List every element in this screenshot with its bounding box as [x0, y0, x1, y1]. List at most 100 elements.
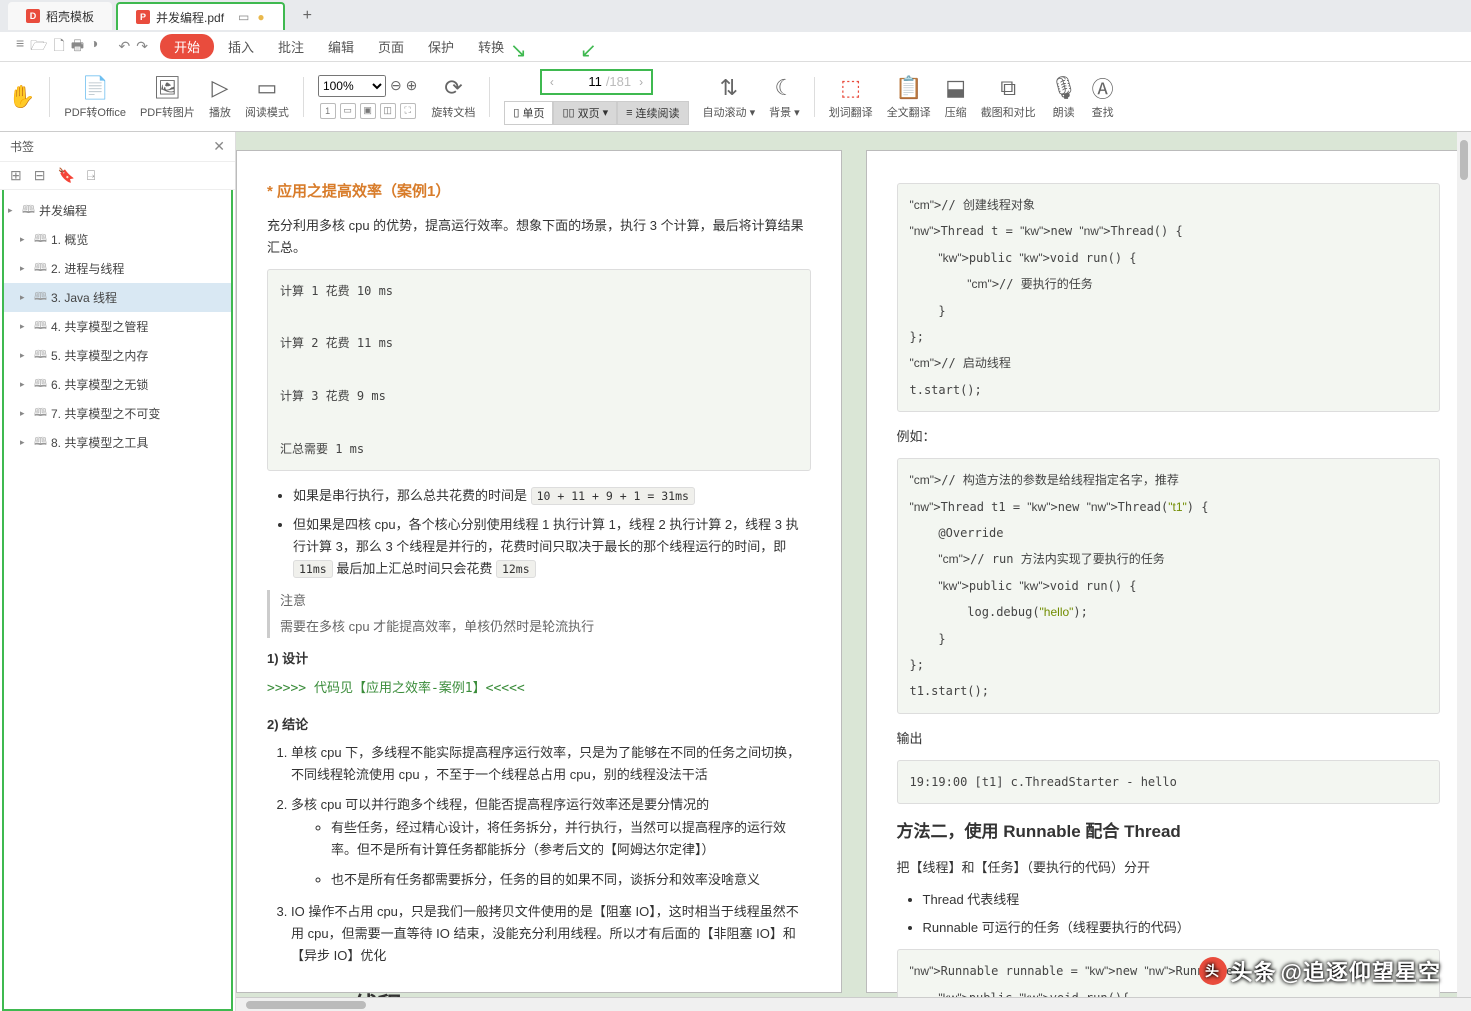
toolbar: ✋ 📄PDF转Office 🖼PDF转图片 ▷播放 ▭阅读模式 100% ⊖ ⊕… — [0, 62, 1471, 132]
sidebar-item[interactable]: ▸🕮并发编程 — [4, 196, 231, 225]
tab-template[interactable]: D 稻壳模板 — [8, 2, 112, 30]
menu-page[interactable]: 页面 — [368, 34, 414, 59]
fit-1-icon[interactable]: 1 — [320, 103, 336, 119]
prev-page-icon[interactable]: ‹ — [546, 75, 558, 89]
hand-tool[interactable]: ✋ — [8, 83, 35, 111]
fit-4-icon[interactable]: ◫ — [380, 103, 396, 119]
read-mode-button[interactable]: ▭阅读模式 — [245, 74, 289, 120]
list-item: 多核 cpu 可以并行跑多个线程，但能否提高程序运行效率还是要分情况的 有些任务… — [291, 794, 811, 890]
pdf-icon: P — [136, 10, 150, 24]
document-viewport[interactable]: 应用之提高效率（案例1） 充分利用多核 cpu 的优势，提高运行效率。想象下面的… — [236, 132, 1471, 1011]
horizontal-scrollbar[interactable] — [236, 997, 1471, 1011]
pdf-to-image-button[interactable]: 🖼PDF转图片 — [140, 74, 195, 120]
fit-3-icon[interactable]: ▣ — [360, 103, 376, 119]
word-translate-button[interactable]: ⬚划词翻译 — [829, 74, 873, 120]
paragraph: 充分利用多核 cpu 的优势，提高运行效率。想象下面的场景，执行 3 个计算，最… — [267, 215, 811, 259]
calc-block: 计算 1 花费 10 ms 计算 2 花费 11 ms 计算 3 花费 9 ms… — [267, 269, 811, 472]
menu-convert[interactable]: 转换 — [468, 34, 514, 59]
double-page-toggle[interactable]: ▯▯双页▾ — [553, 101, 617, 125]
pdf-page-right: "cm">// 创建线程对象 "nw">Thread t = "kw">new … — [866, 150, 1471, 993]
save-icon[interactable]: 🗋 — [54, 35, 65, 59]
menu-edit[interactable]: 编辑 — [318, 34, 364, 59]
tab-document[interactable]: P 并发编程.pdf ▭ ● — [116, 2, 285, 30]
continuous-toggle[interactable]: ≡连续阅读 — [617, 101, 688, 125]
close-icon[interactable]: ✕ — [213, 138, 225, 155]
rotate-button[interactable]: ⟳旋转文档 — [431, 74, 475, 120]
undo-icon[interactable]: ↶ — [119, 38, 131, 55]
open-icon[interactable]: 🗁 — [30, 35, 47, 59]
bookmark-add-icon[interactable]: 🔖 — [57, 167, 74, 184]
bookmark-icon[interactable]: ⍈ — [87, 167, 95, 184]
subheading: 1) 设计 — [267, 648, 811, 670]
code-block: "cm">// 构造方法的参数是给线程指定名字，推荐 "nw">Thread t… — [897, 458, 1441, 714]
method-heading: 方法二，使用 Runnable 配合 Thread — [897, 818, 1441, 847]
sidebar-title: 书签 — [10, 138, 34, 155]
find-button[interactable]: Ⓐ查找 — [1092, 74, 1114, 120]
code-block: "cm">// 创建线程对象 "nw">Thread t = "kw">new … — [897, 183, 1441, 412]
note-body: 需要在多核 cpu 才能提高效率，单核仍然时是轮流执行 — [280, 616, 811, 638]
menu-insert[interactable]: 插入 — [218, 34, 264, 59]
sidebar-item[interactable]: ▸🕮1. 概览 — [4, 225, 231, 254]
sidebar-item[interactable]: ▸🕮8. 共享模型之工具 — [4, 428, 231, 457]
note-title: 注意 — [280, 590, 811, 612]
collapse-icon[interactable]: ⊟ — [34, 167, 46, 184]
list-item: 有些任务，经过精心设计，将任务拆分，并行执行，当然可以提高程序的运行效率。但不是… — [331, 817, 811, 861]
zoom-in-icon[interactable]: ⊕ — [406, 77, 418, 94]
section-title: 应用之提高效率（案例1） — [267, 179, 811, 205]
tab-label: 稻壳模板 — [46, 8, 94, 25]
list-item: Thread 代表线程 — [923, 889, 1441, 911]
menu-icon[interactable]: ≡ — [16, 35, 24, 59]
code-ref: >>>>> 代码见【应用之效率-案例1】<<<<< — [267, 678, 811, 700]
sidebar-item[interactable]: ▸🕮7. 共享模型之不可变 — [4, 399, 231, 428]
subheading: 2) 结论 — [267, 714, 811, 736]
zoom-select[interactable]: 100% — [318, 75, 386, 97]
redo-icon[interactable]: ↷ — [136, 38, 148, 55]
bookmarks-sidebar: 书签 ✕ ⊞ ⊟ 🔖 ⍈ ▸🕮并发编程▸🕮1. 概览▸🕮2. 进程与线程▸🕮3.… — [0, 132, 236, 1011]
menu-protect[interactable]: 保护 — [418, 34, 464, 59]
zoom-group: 100% ⊖ ⊕ 1 ▭ ▣ ◫ ⛶ — [318, 75, 417, 119]
app-icon: D — [26, 9, 40, 23]
menu-start[interactable]: 开始 — [160, 34, 214, 59]
next-page-icon[interactable]: › — [635, 75, 647, 89]
output-heading: 输出 — [897, 728, 1441, 750]
autoscroll-button[interactable]: ⇅自动滚动 ▾ — [703, 74, 756, 120]
sidebar-item[interactable]: ▸🕮6. 共享模型之无锁 — [4, 370, 231, 399]
fit-2-icon[interactable]: ▭ — [340, 103, 356, 119]
tab-label: 并发编程.pdf — [156, 9, 224, 26]
crop-compare-button[interactable]: ⧉截图和对比 — [981, 74, 1036, 120]
print-icon[interactable]: 🖶 — [71, 35, 84, 59]
menubar: ≡ 🗁 🗋 🖶 ◑ ↶ ↷ 开始 插入 批注 编辑 页面 保护 转换 ↘ ↙ — [0, 32, 1471, 62]
page-number-input[interactable] — [562, 74, 602, 89]
expand-icon[interactable]: ⊞ — [10, 167, 22, 184]
dot-icon[interactable]: ● — [257, 10, 264, 24]
single-page-toggle[interactable]: ▯单页 — [504, 101, 553, 125]
preview-icon[interactable]: ◑ — [90, 35, 98, 59]
main: 书签 ✕ ⊞ ⊟ 🔖 ⍈ ▸🕮并发编程▸🕮1. 概览▸🕮2. 进程与线程▸🕮3.… — [0, 132, 1471, 1011]
list-item: Runnable 可运行的任务（线程要执行的代码） — [923, 917, 1441, 939]
list-item: 但如果是四核 cpu，各个核心分别使用线程 1 执行计算 1，线程 2 执行计算… — [293, 514, 811, 580]
window-icon[interactable]: ▭ — [238, 10, 249, 24]
play-button[interactable]: ▷播放 — [209, 74, 231, 120]
sidebar-item[interactable]: ▸🕮2. 进程与线程 — [4, 254, 231, 283]
paragraph: 把【线程】和【任务】（要执行的代码）分开 — [897, 857, 1441, 879]
read-aloud-button[interactable]: 🎙朗读 — [1050, 74, 1078, 120]
list-item: 单核 cpu 下，多线程不能实际提高程序运行效率，只是为了能够在不同的任务之间切… — [291, 742, 811, 786]
background-button[interactable]: ☾背景 ▾ — [769, 74, 800, 120]
list-item: 也不是所有任务都需要拆分，任务的目的如果不同，谈拆分和效率没啥意义 — [331, 869, 811, 891]
vertical-scrollbar[interactable] — [1457, 132, 1471, 1011]
sidebar-item[interactable]: ▸🕮4. 共享模型之管程 — [4, 312, 231, 341]
fit-5-icon[interactable]: ⛶ — [400, 103, 416, 119]
sidebar-item[interactable]: ▸🕮3. Java 线程 — [4, 283, 231, 312]
pdf-page-left: 应用之提高效率（案例1） 充分利用多核 cpu 的优势，提高运行效率。想象下面的… — [236, 150, 842, 993]
menu-review[interactable]: 批注 — [268, 34, 314, 59]
zoom-out-icon[interactable]: ⊖ — [390, 77, 402, 94]
output-block: 19:19:00 [t1] c.ThreadStarter - hello — [897, 760, 1441, 804]
tab-bar: D 稻壳模板 P 并发编程.pdf ▭ ● + — [0, 0, 1471, 32]
page-nav-group: ‹ /181 › ▯单页 ▯▯双页▾ ≡连续阅读 — [504, 69, 688, 125]
sidebar-item[interactable]: ▸🕮5. 共享模型之内存 — [4, 341, 231, 370]
pdf-to-office-button[interactable]: 📄PDF转Office — [64, 74, 126, 120]
compress-button[interactable]: ⬓压缩 — [945, 74, 967, 120]
list-item: IO 操作不占用 cpu，只是我们一般拷贝文件使用的是【阻塞 IO】，这时相当于… — [291, 901, 811, 967]
full-translate-button[interactable]: 📋全文翻译 — [887, 74, 931, 120]
new-tab-button[interactable]: + — [289, 7, 326, 25]
